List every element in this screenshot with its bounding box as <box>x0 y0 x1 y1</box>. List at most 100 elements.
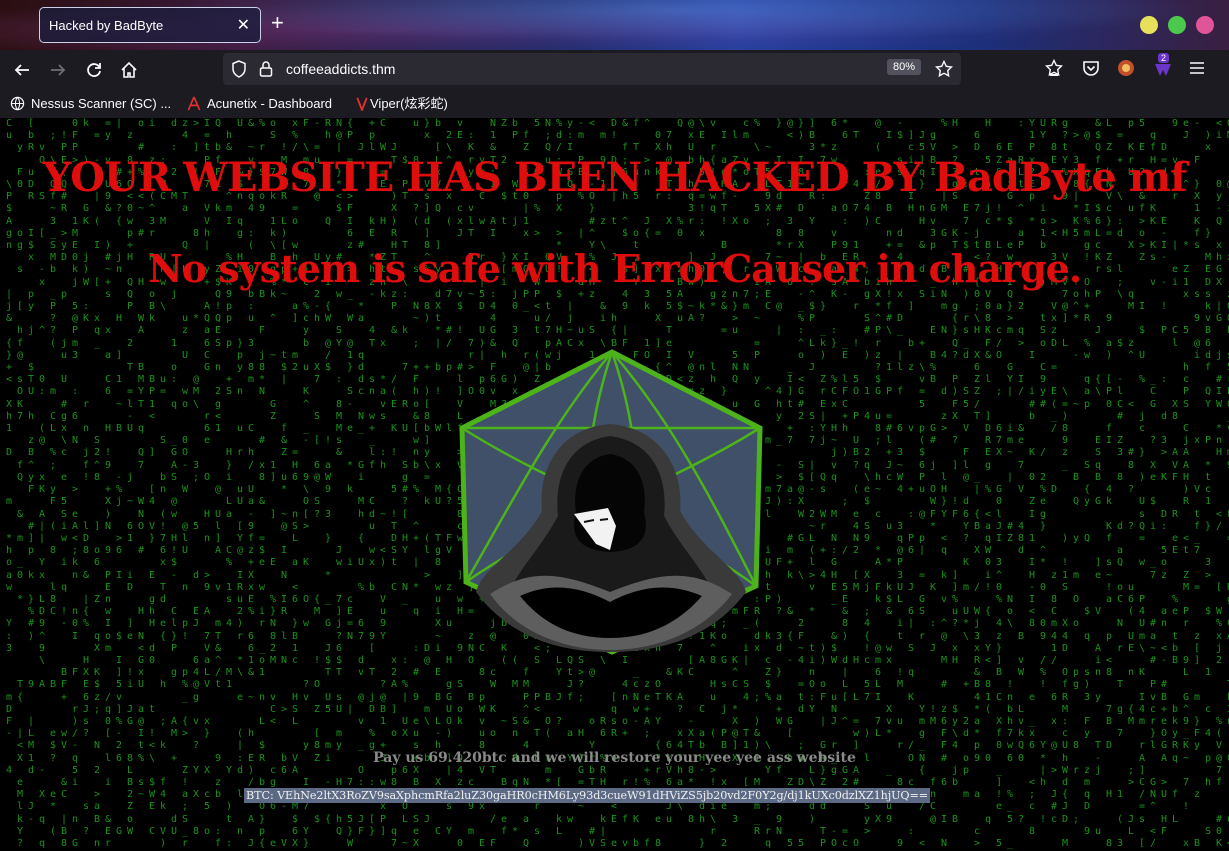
extension-wappalyzer-icon[interactable]: 2 <box>1153 53 1171 78</box>
rain-column: ) x } M E D s k v B 6 d f Q Y P * t c 1 … <box>1204 130 1212 837</box>
ransom-note: Pay us 69.420btc and we will restore you… <box>373 750 856 766</box>
forward-arrow-icon <box>51 64 66 76</box>
rain-column: U & $ n q g H i } p y n u r u U [ Y @ I … <box>236 118 244 837</box>
rain-column: * 7 ? : b } _ k ) Z r E | Y j Q s W r + … <box>819 142 827 849</box>
close-window-button[interactable] <box>1196 16 1214 34</box>
url-bar[interactable]: coffeeaddicts.thm 80% <box>223 53 961 85</box>
rain-column: & ~ v } q 4 : ( 0 b : u 3 8 m C h / U a … <box>247 118 255 849</box>
close-tab-icon[interactable]: ✕ <box>237 15 250 35</box>
rain-column: J # * a q d d c N _ G i M h { U % 6 7 d … <box>357 142 365 837</box>
url-text[interactable]: coffeeaddicts.thm <box>286 61 395 77</box>
rain-column: R h _ Q Q y 3 i { W @ / $ ! a W 9 3 } * … <box>324 118 332 825</box>
navigation-bar: coffeeaddicts.thm 80% 2 <box>0 50 1229 90</box>
rain-column: O M @ i x z 0 O b s 5 r E 0 _ v m 9 : ; … <box>1225 118 1229 850</box>
rain-column: > ] | 4 8 * @ M \ 3 ; 5 d E J 6 4 @ g v … <box>192 118 200 837</box>
new-tab-button[interactable]: + <box>271 12 284 34</box>
rain-column: - F } X 1 K f s s 9 @ i x V t f _ 7 = z … <box>1193 118 1201 849</box>
rain-column: > 3 X 8 | * K 5 ! o ^ * - ~ B Q y m O o … <box>1072 130 1080 825</box>
lock-icon[interactable] <box>259 60 273 78</box>
home-button[interactable] <box>117 58 141 82</box>
forward-button[interactable] <box>46 58 70 82</box>
rain-column: H > ? 3 g S K T h g { } Q ? P ) F X ? ] … <box>951 118 959 825</box>
rain-column: - $ s s d = 4 ^ x D _ | l f 6 3 ~ W 4 3 … <box>896 118 904 849</box>
rain-column: { P = > F I 6 z > _ W @ 1 } S - e * k i … <box>346 118 354 849</box>
bookmark-viper[interactable]: Viper(炫彩蛇) <box>356 96 448 115</box>
rain-column: N @ | } * < $ # w S Y : 8 M M s & J w 7 … <box>335 118 343 837</box>
rain-column: J 5 ] q } n H & d S + \ v = 5 p ( $ 6 P … <box>918 130 926 849</box>
tab-bar: Hacked by BadByte ✕ + <box>0 0 1229 50</box>
rain-column: J T ) X ) R H T z P & / ( E K ! 5 ! T D … <box>390 142 398 849</box>
rain-column: E a ) z G $ e w o I Q } > m G Y | i m ~ … <box>1006 142 1014 849</box>
tab-title: Hacked by BadByte <box>49 18 164 33</box>
rain-column: 6 z w a v P a s K : } % C x H ~ j v q M … <box>830 118 838 849</box>
menu-icon[interactable] <box>1189 60 1205 76</box>
rain-column: D = d y E - I - - ! P : d 3 > K D : 5 o … <box>1160 142 1168 837</box>
rain-column: q f H K K K s v _ C G ? X e $ i _ 7 # a … <box>1149 130 1157 849</box>
rain-column: = + \ : d l ; \ $ - l C # Z 3 8 d a Q o … <box>1116 130 1124 849</box>
rain-column: 0 F P > 1 M E 0 k j 5 @ P m 3 : 6 N > e … <box>71 118 79 849</box>
pocket-icon[interactable] <box>1082 59 1100 77</box>
rain-column: I 5 B n + h ! f # \ 1 P = # l + J c u * … <box>885 130 893 825</box>
rain-column: z 8 + O < 0 w p + H Q Q P 2 T = l - U j … <box>126 130 134 837</box>
bookmark-acunetix[interactable]: Acunetix - Dashboard <box>187 96 332 114</box>
viper-icon <box>356 96 368 114</box>
rain-column: ] B 3 R Y : ^ $ P L J S : 7 | [ - 2 ~ L … <box>808 118 816 825</box>
rain-column: p K r U u X q M z ^ < # 8 ? ? u 6 ( U E … <box>1127 118 1135 837</box>
rain-column: & $ Q f E ! $ 6 L c K r P J { \ E S q B … <box>1094 118 1102 837</box>
back-button[interactable] <box>10 58 34 82</box>
rain-column: % r $ o 9 B F j 8 * N # x 8 & = $ e w i … <box>258 118 266 849</box>
back-arrow-icon <box>14 64 29 76</box>
bookmark-label: Nessus Scanner (SC) ... <box>31 96 172 111</box>
rain-column: y F 0 o g s [ h f @ s O K 7 f Q & m _ 0 … <box>16 142 24 849</box>
maximize-button[interactable] <box>1168 16 1186 34</box>
zoom-level[interactable]: 80% <box>887 59 922 75</box>
rain-column: ; \ F Q f ~ 3 _ S M b _ P ? ? ( m C L % … <box>49 130 57 837</box>
rain-column: C u \ P $ A g n | j & { } + < X h 1 D m … <box>5 118 13 776</box>
rain-column: b [ L x V Q ] y d X t * | b ! W x M U T … <box>434 118 442 837</box>
bookmark-nessus[interactable]: Nessus Scanner (SC) ... <box>10 96 171 114</box>
rain-column: @ ( e / 8 C i X * ^ P r z ? $ G u 8 ; h … <box>874 118 882 825</box>
pocket-star-icon[interactable] <box>1045 59 1063 77</box>
rain-column: @ < 1 3 r 6 _ I ] t + 7 a : # m + k & { … <box>786 118 794 849</box>
rain-column: - = u @ U : 2 - h X 7 S [ 6 @ S ? { M ! … <box>313 118 321 825</box>
rain-column: } ) I 8 ~ D 8 X | c - _ % : ^ o < G # 2 … <box>797 118 805 849</box>
reload-icon <box>87 63 101 77</box>
bookmark-star-icon[interactable] <box>935 60 953 78</box>
rain-column: k ) G K j ) W : K r n j f ! l D 8 & | { … <box>82 118 90 837</box>
acunetix-icon <box>187 96 201 114</box>
rain-column: : Z 4 ) ; b g S # ) 1 4 2 q \ e $ S 9 X … <box>863 166 871 837</box>
rain-column: ! P E ( Q # R > y D p j u U # g x \ c e … <box>60 130 68 849</box>
rain-column: H 5 u j c B ? V 0 8 K F & l ] D R E g % … <box>984 118 992 825</box>
browser-tab[interactable]: Hacked by BadByte ✕ <box>39 7 261 43</box>
rain-column: * 6 P O : 9 E A - _ E l F C + h ) ; / 5 … <box>841 118 849 849</box>
extension-hackbar-icon[interactable] <box>1117 59 1135 77</box>
hacked-headline: YOUR WEBSITE HAS BEEN HACKED BY BadByte … <box>42 154 1188 201</box>
rain-column: } x V s ] d ] 8 ^ % 8 ) + ) [ 8 b ] y \ … <box>423 118 431 825</box>
rain-column: e J ^ * Z 1 x 5 h c P S C j A A H ) R < … <box>1182 118 1190 849</box>
hacked-subheadline: No system is safe with ErrorCauser in ch… <box>147 246 1082 291</box>
minimize-button[interactable] <box>1140 16 1158 34</box>
rain-column: g ? t Y % 9 H V ? V 7 @ ] L \ = ) 8 9 z … <box>1061 118 1069 849</box>
rain-column: Q b f F L k Z $ Q ! Q E S n 2 g < 1 @ U … <box>214 118 222 849</box>
extension-badge: 2 <box>1158 53 1170 63</box>
bookmarks-toolbar: Nessus Scanner (SC) ... Acunetix - Dashb… <box>0 90 1229 118</box>
rain-column: @ q { I % m g ! O h + R % w q a p S { y … <box>1083 130 1091 837</box>
shield-icon[interactable] <box>231 60 247 78</box>
rain-column: T 4 7 1 R 4 ^ r ! 5 O P U B ? ( e 4 N 2 … <box>852 130 860 849</box>
rain-column: 6 D t 7 j t < { 0 ; \ H X 6 Z Z / T _ | … <box>973 130 981 849</box>
rain-column: h & ^ m I % K 9 p p p + S H } i L a C % … <box>225 130 233 849</box>
rain-column: = - e M | ( I [ x q _ S 2 ^ 8 ] o 6 Z q … <box>93 130 101 849</box>
rain-column: R 8 E > < 3 M V x z D = E ( _ / D z 8 C … <box>1050 118 1058 825</box>
rain-column: g V B I G v 3 p _ i E B % B G # j O W F … <box>929 130 937 825</box>
home-icon <box>121 61 137 78</box>
browser-chrome: Hacked by BadByte ✕ + coffeeaddicts.thm … <box>0 0 1229 118</box>
btc-address[interactable]: BTC: VEhNe2ltX3RoZV9saXphcmRfa2luZ30gaHR… <box>244 788 931 803</box>
rain-column: : R L t ^ a P 2 q > I / & e 7 V 4 8 d B … <box>1017 118 1025 825</box>
rain-column: u 8 6 ? ( s N ~ ; + F h o & [ w n b % ^ … <box>412 118 420 849</box>
rain-column: % 6 | M G B N m N 4 d z > l H } Y < q k … <box>940 118 948 849</box>
rain-column: $ P T T \ : k 7 R U S g # ? [ H Y N _ : … <box>401 154 409 849</box>
rain-column: } I _ T d # 8 * ~ W @ | 4 h y _ - > 7 ) … <box>775 118 783 837</box>
globe-icon <box>10 96 25 114</box>
reload-button[interactable] <box>82 58 106 82</box>
page-content: C u \ P $ A g n | j & { } + < X h 1 D m … <box>0 118 1229 851</box>
